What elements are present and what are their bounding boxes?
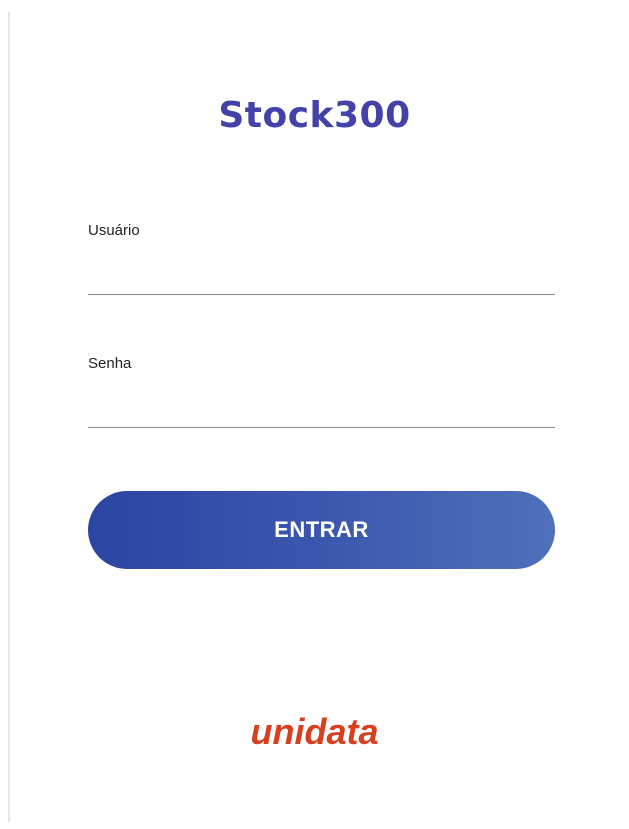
app-title: Stock300 xyxy=(218,95,411,136)
password-input[interactable] xyxy=(88,392,555,428)
username-field-group: Usuário xyxy=(88,222,555,295)
login-page: Stock300 Usuário Senha ENTRAR unidata xyxy=(0,0,629,829)
login-button[interactable]: ENTRAR xyxy=(88,491,555,569)
password-label: Senha xyxy=(88,355,132,372)
brand-logo: unidata xyxy=(250,711,379,752)
username-label: Usuário xyxy=(88,222,140,239)
password-field-group: Senha xyxy=(88,355,555,428)
username-input[interactable] xyxy=(88,259,555,295)
